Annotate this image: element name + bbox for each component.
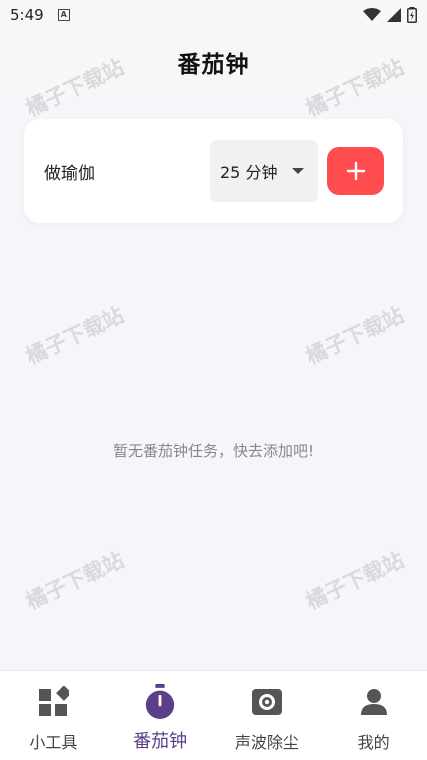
plus-icon (346, 161, 365, 181)
add-task-button[interactable] (327, 147, 384, 195)
empty-state-message: 暂无番茄钟任务，快去添加吧! (112, 442, 314, 460)
person-icon (357, 685, 391, 719)
caret-down-icon (292, 168, 304, 174)
tab-sound-dust[interactable]: 声波除尘 (214, 671, 321, 760)
app-header: 番茄钟 (0, 30, 427, 94)
watermark: 橘子下载站 (22, 547, 128, 614)
status-icons (363, 7, 417, 23)
grid-shapes-icon (36, 685, 70, 719)
tab-label: 小工具 (29, 733, 78, 752)
watermark: 橘子下载站 (22, 302, 128, 369)
watermark: 橘子下载站 (302, 547, 408, 614)
stopwatch-icon (143, 684, 177, 719)
notification-a-icon: A (57, 9, 70, 21)
bottom-tab-bar: 小工具 番茄钟 声波除尘 我的 (0, 670, 427, 760)
battery-icon (407, 7, 417, 23)
page-title: 番茄钟 (177, 52, 250, 78)
status-time: 5:49 (10, 6, 44, 24)
add-task-card: 25 分钟 (24, 119, 403, 223)
speaker-icon (250, 685, 284, 719)
tab-tools[interactable]: 小工具 (0, 671, 107, 760)
duration-select[interactable]: 25 分钟 (210, 140, 318, 202)
tab-mine[interactable]: 我的 (320, 671, 427, 760)
tab-label: 番茄钟 (133, 731, 188, 752)
tab-label: 声波除尘 (234, 733, 299, 752)
wifi-icon (363, 8, 381, 21)
watermark: 橘子下载站 (302, 302, 408, 369)
task-name-input[interactable] (44, 149, 214, 193)
status-bar: 5:49 A (0, 0, 427, 30)
duration-value: 25 分钟 (220, 163, 278, 182)
tab-label: 我的 (357, 733, 390, 752)
tab-pomodoro[interactable]: 番茄钟 (107, 671, 214, 760)
signal-icon (387, 8, 401, 22)
